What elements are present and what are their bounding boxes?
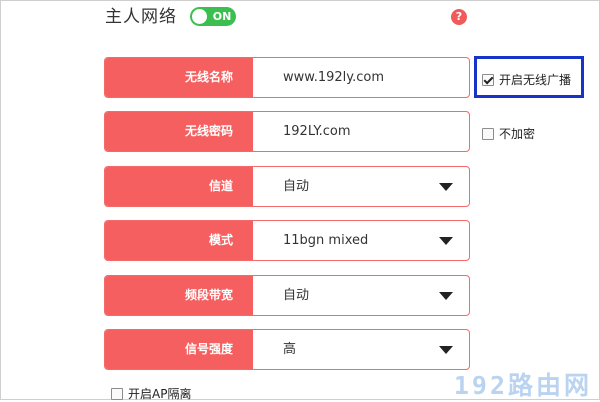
- bandwidth-value: 自动: [283, 288, 310, 303]
- bandwidth-label: 频段带宽: [105, 276, 253, 315]
- broadcast-label: 开启无线广播: [499, 73, 572, 87]
- mode-value: 11bgn mixed: [283, 233, 369, 248]
- ap-isolation-checkbox[interactable]: [111, 387, 123, 400]
- power-label: 信号强度: [105, 330, 253, 369]
- mode-label: 模式: [105, 221, 253, 260]
- host-network-toggle[interactable]: ON: [190, 7, 236, 26]
- ssid-input[interactable]: [253, 58, 469, 97]
- power-value: 高: [283, 342, 297, 357]
- password-row: 无线密码: [104, 111, 470, 152]
- ssid-label: 无线名称: [105, 58, 253, 97]
- mode-select[interactable]: 模式 11bgn mixed: [104, 220, 470, 261]
- ap-isolation-label: 开启AP隔离: [128, 387, 192, 401]
- chevron-down-icon[interactable]: [439, 346, 453, 354]
- power-select[interactable]: 信号强度 高: [104, 329, 470, 370]
- no-encrypt-option[interactable]: 不加密: [482, 125, 535, 142]
- chevron-down-icon[interactable]: [439, 183, 453, 191]
- broadcast-option[interactable]: 开启无线广播: [482, 71, 571, 88]
- chevron-down-icon[interactable]: [439, 237, 453, 245]
- password-label: 无线密码: [105, 112, 253, 151]
- toggle-label: ON: [212, 10, 232, 23]
- channel-label: 信道: [105, 167, 253, 206]
- chevron-down-icon[interactable]: [439, 292, 453, 300]
- toggle-knob: [192, 9, 207, 24]
- question-icon[interactable]: ?: [451, 9, 467, 25]
- section-title: 主人网络: [105, 7, 177, 27]
- no-encrypt-label: 不加密: [499, 127, 536, 141]
- no-encrypt-checkbox[interactable]: [482, 127, 494, 140]
- password-input[interactable]: [253, 112, 469, 151]
- broadcast-checkbox[interactable]: [482, 73, 494, 86]
- watermark: 192路由网: [453, 371, 592, 400]
- bandwidth-select[interactable]: 频段带宽 自动: [104, 275, 470, 316]
- ssid-row: 无线名称: [104, 57, 470, 98]
- channel-select[interactable]: 信道 自动: [104, 166, 470, 207]
- channel-value: 自动: [283, 179, 310, 194]
- ap-isolation-option[interactable]: 开启AP隔离: [111, 385, 191, 402]
